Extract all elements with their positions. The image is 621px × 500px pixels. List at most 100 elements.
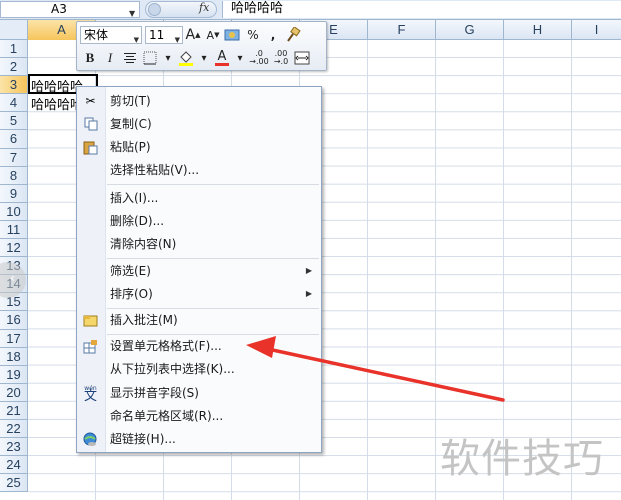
row-header-20[interactable]: 20	[0, 383, 28, 402]
menu-item-paste-special[interactable]: 选择性粘贴(V)...	[77, 159, 321, 181]
name-box-value: A3	[51, 2, 67, 16]
merge-center-button[interactable]	[292, 49, 312, 67]
center-align-button[interactable]	[120, 49, 140, 67]
menu-item-label: 筛选(E)	[110, 264, 151, 278]
font-color-button[interactable]: A	[212, 49, 232, 67]
fill-color-button[interactable]	[176, 49, 196, 67]
context-menu: ✂ 剪切(T) 复制(C) 粘贴(P) 选择性粘贴(V)... 插入(I)...…	[76, 86, 322, 453]
menu-item-cut[interactable]: ✂ 剪切(T)	[77, 90, 321, 112]
chevron-down-icon[interactable]: ▼	[129, 6, 135, 21]
shrink-font-button[interactable]: A ▼	[203, 26, 223, 44]
row-header-25[interactable]: 25	[0, 474, 28, 493]
font-size-combo[interactable]: 11 ▼	[145, 26, 183, 44]
fx-icon[interactable]: fx	[199, 1, 209, 14]
row-header-16[interactable]: 16	[0, 311, 28, 330]
menu-item-show-phonetic[interactable]: wén 文 显示拼音字段(S)	[77, 382, 321, 404]
row-header-9[interactable]: 9	[0, 184, 28, 203]
menu-item-label: 清除内容(N)	[110, 237, 177, 251]
font-color-icon: A	[217, 48, 227, 64]
grow-font-button[interactable]: A ▲	[183, 26, 203, 44]
menu-item-label: 从下拉列表中选择(K)...	[110, 362, 235, 376]
menu-item-label: 选择性粘贴(V)...	[110, 163, 200, 177]
menu-item-label: 命名单元格区域(R)...	[110, 409, 224, 423]
align-center-icon	[124, 53, 136, 63]
column-header-h[interactable]: H	[504, 20, 572, 40]
row-header-19[interactable]: 19	[0, 365, 28, 384]
increase-decimal-button[interactable]: .0 →.00	[248, 49, 270, 67]
row-header-4[interactable]: 4	[0, 94, 28, 113]
font-name-value: 宋体	[84, 28, 109, 42]
column-header-i[interactable]: I	[572, 20, 621, 40]
decrease-decimal-button[interactable]: .00 →.0	[270, 49, 292, 67]
menu-item-label: 设置单元格格式(F)...	[110, 339, 222, 353]
menu-item-define-name[interactable]: 命名单元格区域(R)...	[77, 405, 321, 427]
italic-button[interactable]: I	[100, 49, 120, 67]
grow-font-icon: A	[185, 27, 196, 43]
chevron-down-icon[interactable]: ▼	[134, 32, 139, 48]
name-box[interactable]: A3 ▼	[0, 1, 140, 18]
menu-item-pick-from-list[interactable]: 从下拉列表中选择(K)...	[77, 358, 321, 380]
row-header-6[interactable]: 6	[0, 130, 28, 149]
menu-item-insert-comment[interactable]: 插入批注(M)	[77, 309, 321, 331]
row-header-21[interactable]: 21	[0, 401, 28, 420]
formula-bar: A3 ▼ fx 哈哈哈哈	[0, 0, 621, 20]
copy-icon	[82, 116, 99, 132]
row-header-23[interactable]: 23	[0, 438, 28, 457]
chevron-down-icon[interactable]: ▾	[160, 49, 176, 67]
row-header-18[interactable]: 18	[0, 347, 28, 366]
row-header-3[interactable]: 3	[0, 76, 28, 95]
menu-item-copy[interactable]: 复制(C)	[77, 113, 321, 135]
font-name-combo[interactable]: 宋体 ▼	[80, 26, 142, 44]
accounting-format-button[interactable]	[223, 26, 243, 44]
menu-item-label: 超链接(H)...	[110, 432, 176, 446]
menu-item-format-cells[interactable]: 设置单元格格式(F)...	[77, 335, 321, 357]
phonetic-icon: wén 文	[83, 385, 97, 404]
row-header-5[interactable]: 5	[0, 112, 28, 131]
borders-button[interactable]	[140, 49, 160, 67]
menu-item-clear-contents[interactable]: 清除内容(N)	[77, 233, 321, 255]
format-painter-button[interactable]	[283, 26, 303, 44]
menu-item-paste[interactable]: 粘贴(P)	[77, 136, 321, 158]
column-header-g[interactable]: G	[436, 20, 504, 40]
percent-button[interactable]: %	[243, 26, 263, 44]
row-header-17[interactable]: 17	[0, 329, 28, 348]
menu-item-label: 删除(D)...	[110, 214, 165, 228]
menu-item-label: 复制(C)	[110, 117, 152, 131]
menu-separator	[107, 184, 319, 185]
bold-button[interactable]: B	[80, 49, 100, 67]
format-cells-icon	[82, 338, 99, 354]
comma-button[interactable]: ,	[263, 26, 283, 44]
row-header-11[interactable]: 11	[0, 220, 28, 240]
menu-item-delete[interactable]: 删除(D)...	[77, 210, 321, 232]
row-header-24[interactable]: 24	[0, 456, 28, 475]
menu-item-label: 剪切(T)	[110, 94, 151, 108]
row-header-10[interactable]: 10	[0, 202, 28, 221]
select-all-corner[interactable]	[0, 20, 28, 40]
mini-toolbar-row-1: 宋体 ▼ 11 ▼ A ▲ A ▼ % ,	[80, 25, 303, 45]
submenu-arrow-icon: ▶	[305, 266, 312, 275]
row-header-1[interactable]: 1	[0, 40, 28, 59]
chevron-left-icon: ‹	[10, 271, 15, 285]
chevron-down-icon[interactable]: ▾	[196, 49, 212, 67]
column-header-f[interactable]: F	[368, 20, 436, 40]
menu-item-hyperlink[interactable]: 超链接(H)...	[77, 428, 321, 450]
menu-item-sort[interactable]: 排序(O) ▶	[77, 283, 321, 305]
menu-item-filter[interactable]: 筛选(E) ▶	[77, 260, 321, 282]
font-size-value: 11	[149, 28, 165, 42]
submenu-arrow-icon: ▶	[305, 289, 312, 298]
menu-separator	[107, 258, 319, 259]
scissors-icon: ✂	[85, 94, 96, 108]
chevron-down-icon[interactable]: ▼	[175, 32, 180, 48]
format-painter-icon	[287, 27, 301, 42]
row-header-2[interactable]: 2	[0, 58, 28, 77]
hyperlink-icon	[82, 431, 99, 447]
row-header-7[interactable]: 7	[0, 148, 28, 167]
chevron-down-icon[interactable]: ▾	[232, 49, 248, 67]
row-header-12[interactable]: 12	[0, 239, 28, 258]
accounting-icon	[224, 29, 240, 41]
borders-icon	[143, 51, 157, 65]
row-header-22[interactable]: 22	[0, 419, 28, 439]
formula-input[interactable]: 哈哈哈哈	[222, 1, 621, 18]
menu-item-insert[interactable]: 插入(I)...	[77, 187, 321, 209]
row-header-8[interactable]: 8	[0, 166, 28, 185]
